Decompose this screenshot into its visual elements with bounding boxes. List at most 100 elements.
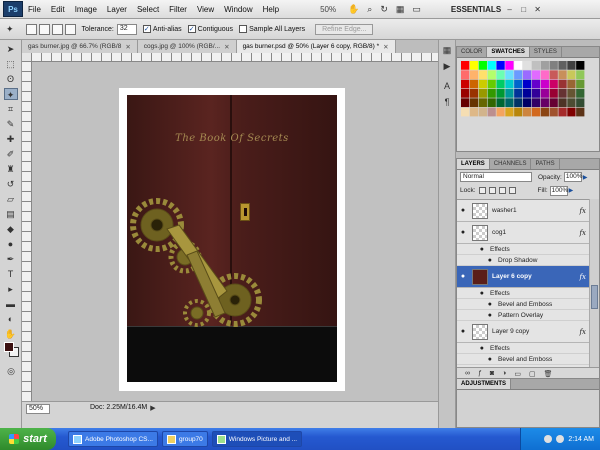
shape-tool-icon[interactable]: ▬ <box>4 298 18 310</box>
tab-swatches[interactable]: SWATCHES <box>487 47 530 57</box>
color-swatch[interactable] <box>505 79 514 89</box>
color-swatch[interactable] <box>576 61 585 70</box>
color-swatch[interactable] <box>523 89 532 98</box>
color-swatch[interactable] <box>469 70 479 80</box>
group-icon[interactable]: ▭ <box>514 370 521 378</box>
color-swatch[interactable] <box>576 98 585 108</box>
color-swatch[interactable] <box>558 61 567 70</box>
character-panel-icon[interactable]: A <box>441 80 453 92</box>
zoom-tool-icon[interactable]: ⌕ <box>367 4 372 15</box>
color-swatch[interactable] <box>558 89 567 98</box>
fx-icon[interactable]: fx <box>579 229 586 237</box>
color-swatch[interactable] <box>478 61 487 70</box>
menu-select[interactable]: Select <box>132 5 164 14</box>
add-selection-icon[interactable] <box>38 23 50 35</box>
effect-row[interactable]: ● Effects <box>457 288 589 299</box>
crop-tool-icon[interactable]: ⌗ <box>4 103 18 115</box>
canvas-area[interactable]: The Book Of Secrets <box>32 62 438 401</box>
color-swatch[interactable] <box>496 98 505 108</box>
maximize-button[interactable]: □ <box>518 4 529 15</box>
tab-color[interactable]: COLOR <box>457 47 488 57</box>
workspace-switcher[interactable]: ESSENTIALS <box>451 5 501 14</box>
color-swatch[interactable] <box>540 79 549 89</box>
color-swatch[interactable] <box>567 79 576 89</box>
color-swatch[interactable] <box>487 61 496 70</box>
close-button[interactable]: ✕ <box>532 4 543 15</box>
new-layer-icon[interactable]: ▢ <box>529 370 536 378</box>
doc-tab-cogs-jpg[interactable]: cogs.jpg @ 100% (RGB/... ✕ <box>137 40 237 53</box>
zoom-level-dropdown[interactable]: 50% <box>316 4 340 15</box>
color-swatch[interactable] <box>576 79 585 89</box>
color-swatch[interactable] <box>487 107 496 117</box>
hand-icon[interactable]: ✋ <box>348 4 359 15</box>
layer-row-layer-9-copy[interactable]: ● Layer 9 copy fx <box>457 321 589 343</box>
color-swatch[interactable] <box>567 107 576 117</box>
foreground-color-swatch[interactable] <box>4 342 14 352</box>
color-swatch[interactable] <box>514 79 523 89</box>
color-swatch[interactable] <box>478 79 487 89</box>
eye-icon[interactable]: ● <box>457 257 495 264</box>
color-swatch[interactable] <box>531 79 541 89</box>
mask-icon[interactable]: ◙ <box>490 370 494 377</box>
menu-file[interactable]: File <box>23 5 46 14</box>
link-icon[interactable]: ∞ <box>465 370 470 377</box>
taskbar-button-group70[interactable]: group70 <box>161 431 208 447</box>
color-swatch[interactable] <box>540 107 549 117</box>
effect-row[interactable]: ● Bevel and Emboss <box>457 354 589 365</box>
taskbar-button-photoshop[interactable]: Adobe Photoshop CS... <box>68 431 158 447</box>
color-swatch[interactable] <box>523 79 532 89</box>
eraser-tool-icon[interactable]: ▱ <box>4 193 18 205</box>
fx-icon[interactable]: ƒ <box>478 370 482 377</box>
color-swatch[interactable] <box>469 107 479 117</box>
color-swatch[interactable] <box>461 89 470 98</box>
layers-scrollbar[interactable] <box>589 199 599 367</box>
gradient-tool-icon[interactable]: ▤ <box>4 208 18 220</box>
layers-scrollbar-thumb[interactable] <box>591 285 598 309</box>
new-selection-icon[interactable] <box>25 23 37 35</box>
color-swatch[interactable] <box>461 79 470 89</box>
eye-icon[interactable]: ● <box>457 290 487 297</box>
network-icon[interactable] <box>544 435 553 443</box>
fx-icon[interactable]: fx <box>579 273 586 281</box>
color-swatch[interactable] <box>514 61 523 70</box>
color-swatch[interactable] <box>531 107 541 117</box>
zoom-field[interactable]: 50% <box>26 404 50 414</box>
color-swatch[interactable] <box>531 98 541 108</box>
color-swatch[interactable] <box>487 70 496 80</box>
color-swatch[interactable] <box>487 79 496 89</box>
lock-position-icon[interactable] <box>498 187 506 194</box>
marquee-tool-icon[interactable]: ⬚ <box>4 58 18 70</box>
color-swatch[interactable] <box>523 107 532 117</box>
color-swatch[interactable] <box>469 61 479 70</box>
layer-row-cog1[interactable]: ● cog1 fx <box>457 222 589 244</box>
actions-panel-icon[interactable]: ▶ <box>441 60 453 72</box>
anti-alias-checkbox[interactable]: ✓ <box>142 25 151 33</box>
tab-channels[interactable]: CHANNELS <box>490 159 532 169</box>
color-swatch[interactable] <box>540 70 549 80</box>
path-selection-icon[interactable]: ▸ <box>4 283 18 295</box>
tolerance-input[interactable]: 32 <box>116 23 137 35</box>
healing-brush-icon[interactable]: ✚ <box>4 133 18 145</box>
subtract-selection-icon[interactable] <box>51 23 63 35</box>
quick-mask-icon[interactable]: ◎ <box>4 365 18 377</box>
intersect-selection-icon[interactable] <box>64 23 76 35</box>
sample-all-layers-checkbox[interactable] <box>239 25 248 33</box>
color-swatch[interactable] <box>469 89 479 98</box>
menu-image[interactable]: Image <box>70 5 102 14</box>
color-swatch[interactable] <box>531 89 541 98</box>
refine-edge-button[interactable]: Refine Edge... <box>315 23 374 35</box>
menu-view[interactable]: View <box>192 5 219 14</box>
eye-icon[interactable]: ● <box>457 356 495 363</box>
history-panel-icon[interactable]: ▦ <box>441 44 453 56</box>
3d-rotate-icon[interactable]: ◐ <box>4 313 18 325</box>
rotate-view-icon[interactable]: ↻ <box>380 4 388 15</box>
eye-icon[interactable]: ● <box>457 328 469 335</box>
magic-wand-tool-icon[interactable]: ✦ <box>3 88 18 100</box>
color-swatch[interactable] <box>558 79 567 89</box>
color-swatch[interactable] <box>514 107 523 117</box>
color-swatch[interactable] <box>576 70 585 80</box>
eye-icon[interactable]: ● <box>457 207 469 214</box>
close-icon[interactable]: ✕ <box>224 43 229 51</box>
tab-styles[interactable]: STYLES <box>530 47 562 57</box>
color-swatch[interactable] <box>478 107 487 117</box>
